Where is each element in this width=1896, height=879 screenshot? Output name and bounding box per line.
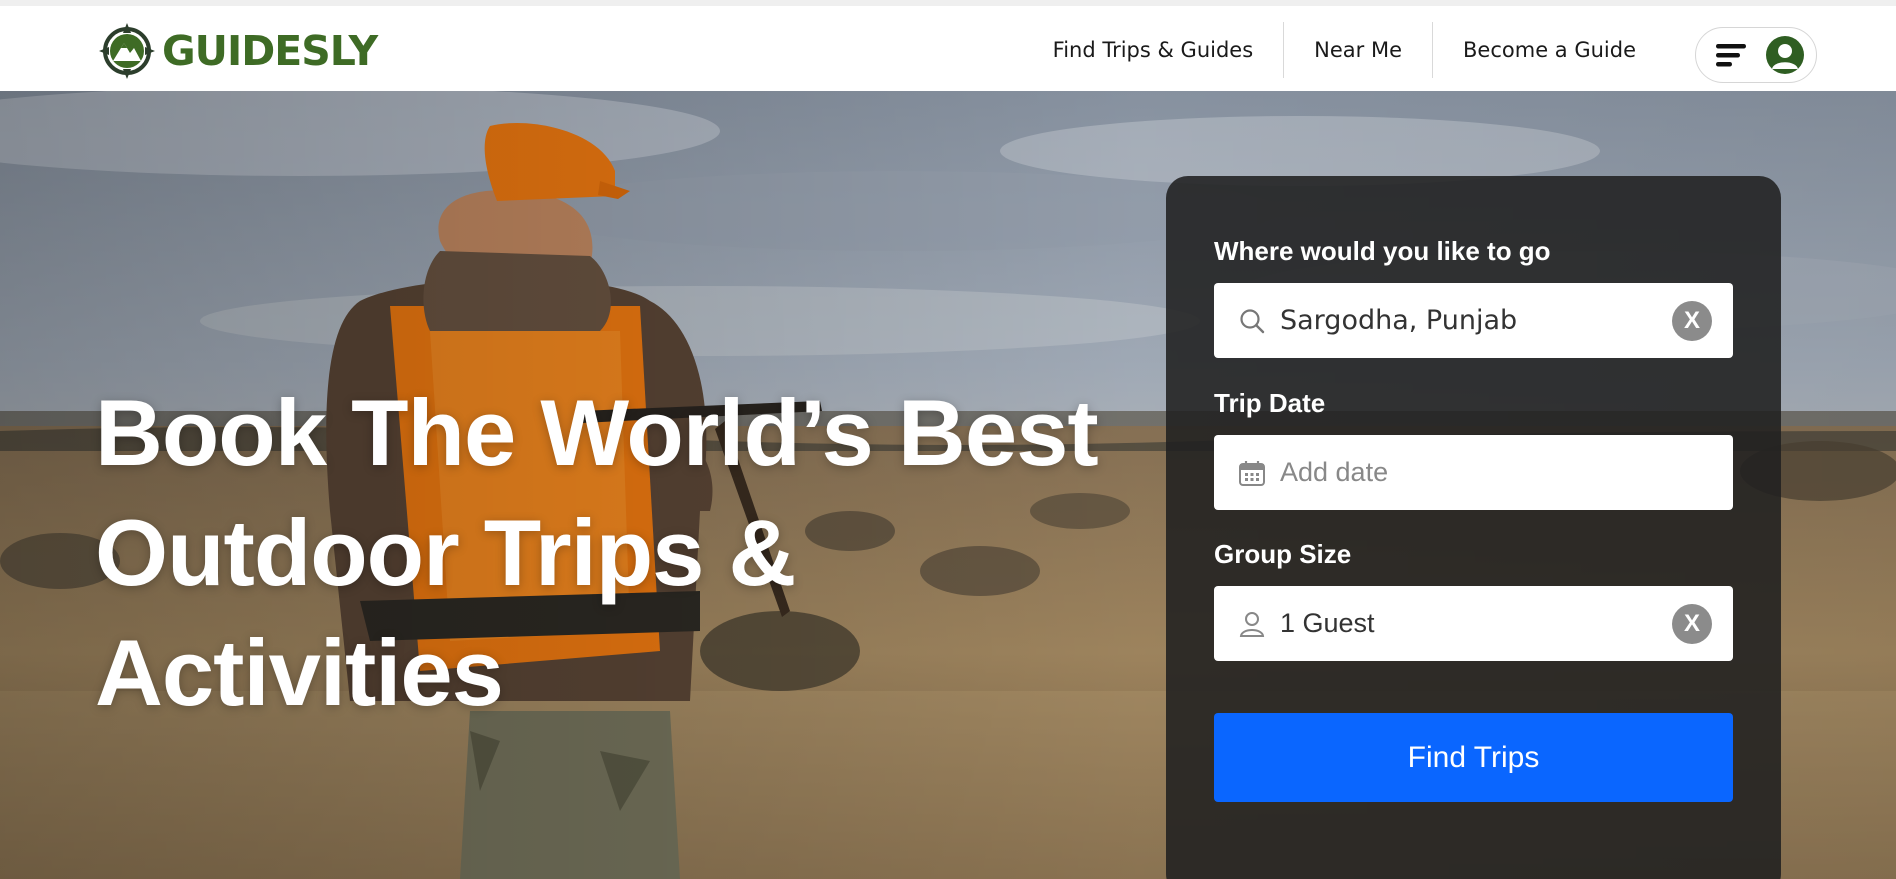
hero-title-line: Activities (95, 620, 504, 725)
trip-search-panel: Where would you like to go Sargodha, Pun… (1166, 176, 1781, 879)
trip-date-field[interactable]: Add date (1214, 435, 1733, 510)
group-size-value[interactable]: 1 Guest (1280, 608, 1672, 639)
group-size-field[interactable]: 1 Guest X (1214, 586, 1733, 661)
clear-group-size-button[interactable]: X (1672, 603, 1712, 644)
brand-name: GUIDESLY (162, 27, 378, 75)
main-nav: Find Trips & Guides Near Me Become a Gui… (1023, 22, 1666, 78)
search-icon (1240, 308, 1265, 333)
hero-title-line: Outdoor Trips & (95, 500, 796, 605)
calendar-icon (1239, 460, 1265, 486)
trip-date-label: Trip Date (1214, 388, 1326, 418)
hero-section: Book The World’s Best Outdoor Trips & Ac… (0, 91, 1896, 879)
group-size-label: Group Size (1214, 539, 1352, 569)
user-menu-button[interactable] (1695, 27, 1817, 83)
find-trips-button[interactable]: Find Trips (1214, 713, 1733, 802)
avatar-icon (1766, 36, 1804, 74)
hero-title-line: Book The World’s Best (95, 380, 1099, 485)
user-icon (1239, 611, 1265, 637)
nav-become-guide[interactable]: Become a Guide (1433, 22, 1666, 78)
logo[interactable]: GUIDESLY (97, 20, 378, 82)
destination-field[interactable]: Sargodha, Punjab X (1214, 283, 1733, 358)
menu-icon (1716, 44, 1746, 67)
hero-title: Book The World’s Best Outdoor Trips & Ac… (95, 373, 1135, 733)
compass-mountain-icon (99, 23, 155, 79)
clear-destination-button[interactable]: X (1672, 300, 1712, 341)
destination-label: Where would you like to go (1214, 236, 1551, 266)
destination-value[interactable]: Sargodha, Punjab (1280, 305, 1672, 336)
nav-near-me[interactable]: Near Me (1284, 22, 1432, 78)
nav-find-trips[interactable]: Find Trips & Guides (1023, 22, 1284, 78)
site-header: GUIDESLY Find Trips & Guides Near Me Bec… (0, 0, 1896, 91)
trip-date-placeholder[interactable]: Add date (1280, 457, 1733, 488)
